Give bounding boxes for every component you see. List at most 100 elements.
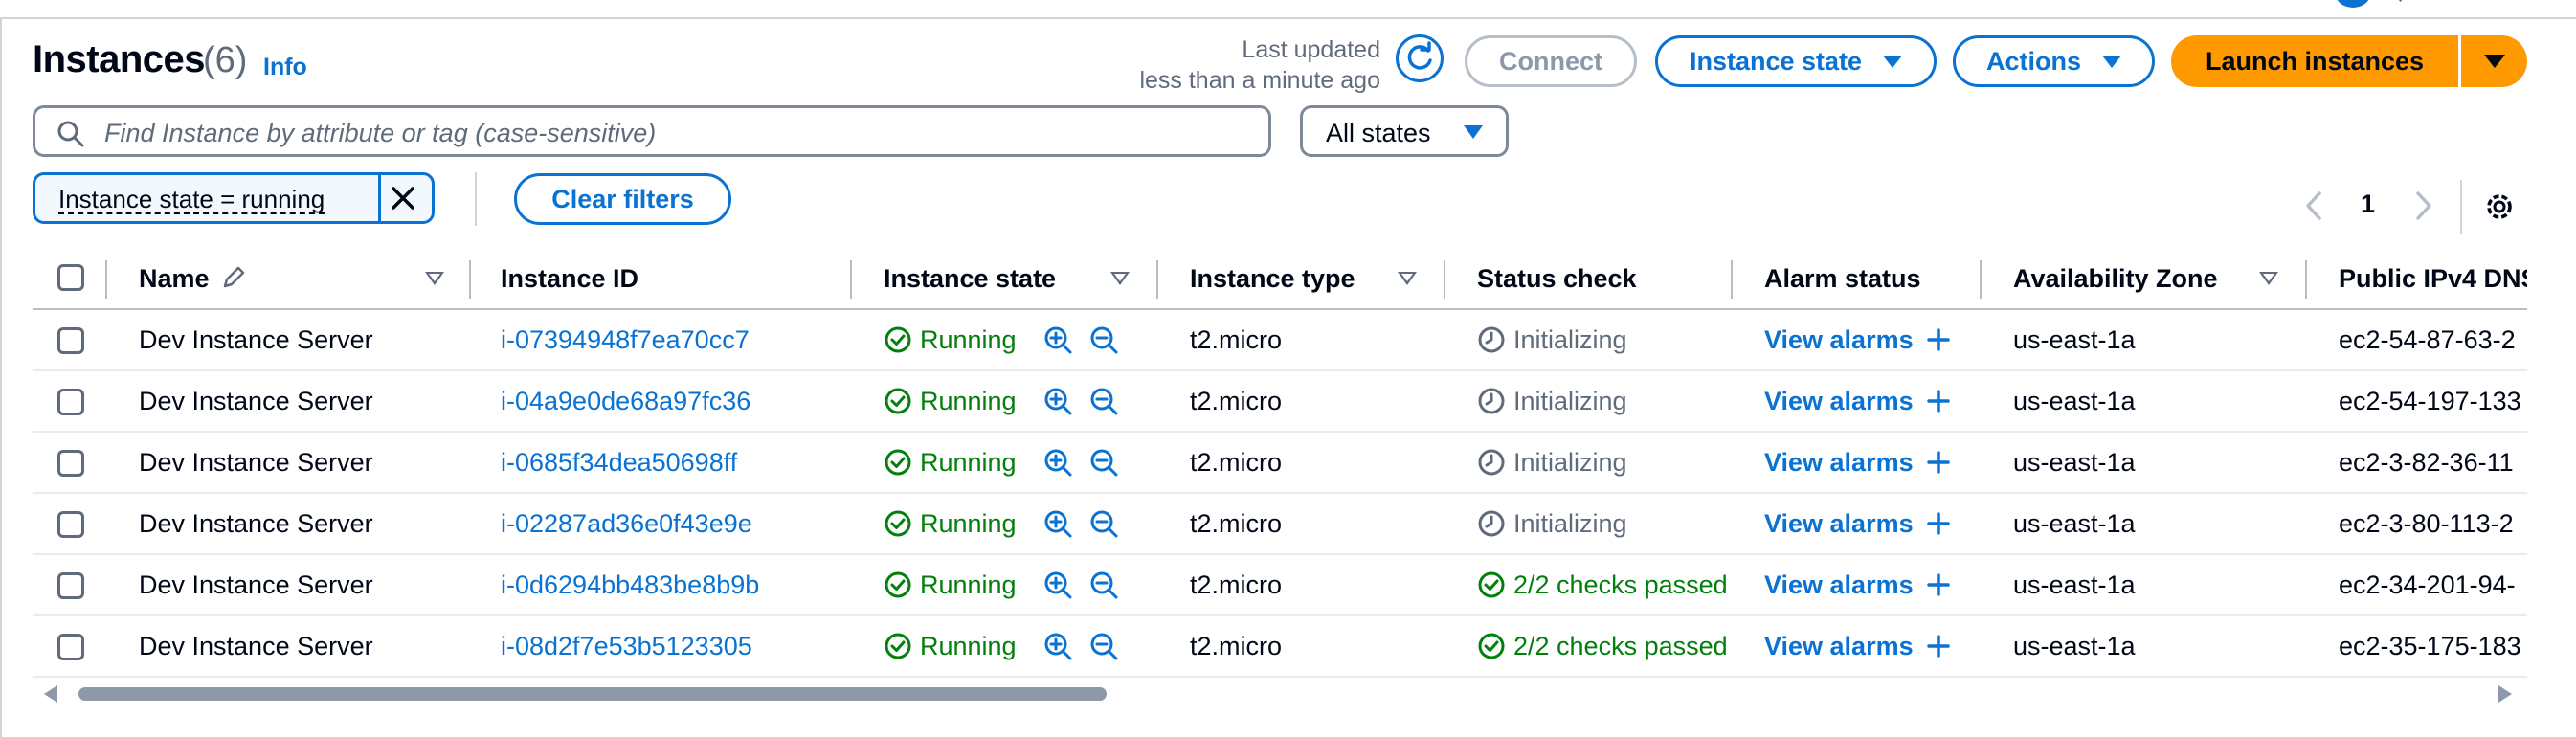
zoom-in-icon[interactable] (1043, 448, 1074, 479)
instance-id-link[interactable]: i-08d2f7e53b5123305 (501, 632, 752, 661)
instance-state-text: Running (920, 325, 1017, 354)
chevron-left-icon[interactable] (2302, 190, 2325, 222)
info-link[interactable]: Info (263, 54, 307, 81)
caret-down-icon (2483, 55, 2505, 68)
column-header-status-check[interactable]: Status check (1477, 264, 1637, 294)
instance-state-text: Running (920, 448, 1017, 477)
select-all-checkbox[interactable] (57, 264, 84, 291)
scrollbar-thumb[interactable] (78, 687, 1107, 701)
instance-id-link[interactable]: i-02287ad36e0f43e9e (501, 509, 752, 539)
zoom-in-icon[interactable] (1043, 387, 1074, 417)
zoom-in-icon[interactable] (1043, 570, 1074, 601)
sort-icon[interactable] (1398, 272, 1417, 285)
row-checkbox[interactable] (57, 327, 84, 354)
availability-zone: us-east-1a (2013, 632, 2136, 660)
page-number[interactable]: 1 (2361, 190, 2375, 219)
instance-id-link[interactable]: i-07394948f7ea70cc7 (501, 325, 750, 355)
status-check-cell: Initializing (1477, 509, 1728, 539)
clock-icon (1478, 388, 1505, 414)
state-filter-select[interactable]: All states (1300, 105, 1509, 157)
scroll-right-arrow[interactable] (2498, 685, 2512, 703)
launch-instances-button[interactable]: Launch instances (2171, 35, 2458, 87)
zoom-in-icon[interactable] (1043, 509, 1074, 540)
view-alarms-link[interactable]: View alarms (1764, 570, 1951, 600)
sort-icon[interactable] (2259, 272, 2278, 285)
column-header-public-dns[interactable]: Public IPv4 DNS (2339, 264, 2527, 294)
actions-dropdown[interactable]: Actions (1953, 35, 2155, 87)
status-check-cell: 2/2 checks passed (1477, 570, 1728, 600)
instance-name: Dev Instance Server (139, 448, 373, 477)
column-header-instance-type[interactable]: Instance type (1190, 264, 1355, 294)
instance-id-link[interactable]: i-0d6294bb483be8b9b (501, 570, 759, 600)
table-row[interactable]: Dev Instance Server i-07394948f7ea70cc7 … (33, 310, 2527, 371)
search-icon (57, 121, 84, 147)
clock-icon (1478, 449, 1505, 476)
clear-filters-button[interactable]: Clear filters (514, 173, 731, 225)
row-checkbox[interactable] (57, 634, 84, 660)
zoom-out-icon[interactable] (1089, 632, 1120, 662)
clock-icon (1478, 510, 1505, 537)
view-alarms-link[interactable]: View alarms (1764, 632, 1951, 661)
table-row[interactable]: Dev Instance Server i-0d6294bb483be8b9b … (33, 555, 2527, 616)
row-checkbox[interactable] (57, 450, 84, 477)
table-row[interactable]: Dev Instance Server i-0685f34dea50698ff … (33, 433, 2527, 494)
zoom-out-icon[interactable] (1089, 325, 1120, 356)
public-dns: ec2-3-80-113-2 (2339, 509, 2514, 538)
view-alarms-link[interactable]: View alarms (1764, 509, 1951, 539)
row-checkbox[interactable] (57, 511, 84, 538)
zoom-out-icon[interactable] (1089, 509, 1120, 540)
last-updated: Last updated less than a minute ago (1101, 34, 1380, 96)
sort-icon[interactable] (1110, 272, 1130, 285)
table-row[interactable]: Dev Instance Server i-04a9e0de68a97fc36 … (33, 371, 2527, 433)
instance-id-link[interactable]: i-04a9e0de68a97fc36 (501, 387, 750, 416)
status-check-cell: Initializing (1477, 448, 1728, 478)
public-dns: ec2-54-87-63-2 (2339, 325, 2516, 354)
zoom-out-icon[interactable] (1089, 387, 1120, 417)
table-row[interactable]: Dev Instance Server i-02287ad36e0f43e9e … (33, 494, 2527, 555)
row-checkbox[interactable] (57, 389, 84, 415)
zoom-in-icon[interactable] (1043, 325, 1074, 356)
row-checkbox[interactable] (57, 572, 84, 599)
search-input[interactable]: Find Instance by attribute or tag (case-… (33, 105, 1271, 157)
filter-token-label[interactable]: Instance state = running (58, 186, 325, 214)
column-header-alarm-status[interactable]: Alarm status (1764, 264, 1921, 294)
view-alarms-link[interactable]: View alarms (1764, 448, 1951, 478)
search-placeholder: Find Instance by attribute or tag (case-… (104, 119, 657, 147)
instance-state-text: Running (920, 387, 1017, 415)
plus-icon (1927, 328, 1950, 351)
instance-state-dropdown[interactable]: Instance state (1655, 35, 1937, 87)
table-row[interactable]: Dev Instance Server i-08d2f7e53b5123305 … (33, 616, 2527, 678)
status-check-text: Initializing (1513, 448, 1627, 477)
zoom-out-icon[interactable] (1089, 448, 1120, 479)
view-alarms-link[interactable]: View alarms (1764, 387, 1951, 416)
user-avatar[interactable] (2336, 0, 2370, 8)
running-check-icon (885, 571, 911, 598)
zoom-in-icon[interactable] (1043, 632, 1074, 662)
instance-state-cell: Running (884, 570, 1017, 600)
instance-state-cell: Running (884, 387, 1017, 416)
zoom-out-icon[interactable] (1089, 570, 1120, 601)
refresh-button[interactable] (1396, 34, 1444, 82)
column-header-instance-id[interactable]: Instance ID (501, 264, 638, 294)
dismiss-icon[interactable] (388, 183, 418, 213)
chevron-right-icon[interactable] (2412, 190, 2435, 222)
caret-down-icon (2102, 55, 2121, 68)
column-divider (1731, 260, 1733, 299)
left-border (0, 17, 2, 737)
scroll-left-arrow[interactable] (44, 685, 57, 703)
settings-gear-icon[interactable] (2482, 190, 2517, 224)
connect-button[interactable]: Connect (1465, 35, 1637, 87)
filter-token[interactable]: Instance state = running (33, 172, 435, 224)
column-divider (1980, 260, 1982, 299)
instance-id-link[interactable]: i-0685f34dea50698ff (501, 448, 737, 478)
column-name-label: Name (139, 264, 210, 293)
column-header-name[interactable]: Name (139, 264, 247, 294)
launch-options-button[interactable] (2461, 35, 2527, 87)
column-header-instance-state[interactable]: Instance state (884, 264, 1056, 294)
running-check-icon (885, 449, 911, 476)
instance-name: Dev Instance Server (139, 632, 373, 660)
status-check-text: 2/2 checks passed (1513, 570, 1728, 599)
sort-icon[interactable] (425, 272, 444, 285)
view-alarms-link[interactable]: View alarms (1764, 325, 1951, 355)
column-header-availability-zone[interactable]: Availability Zone (2013, 264, 2218, 294)
